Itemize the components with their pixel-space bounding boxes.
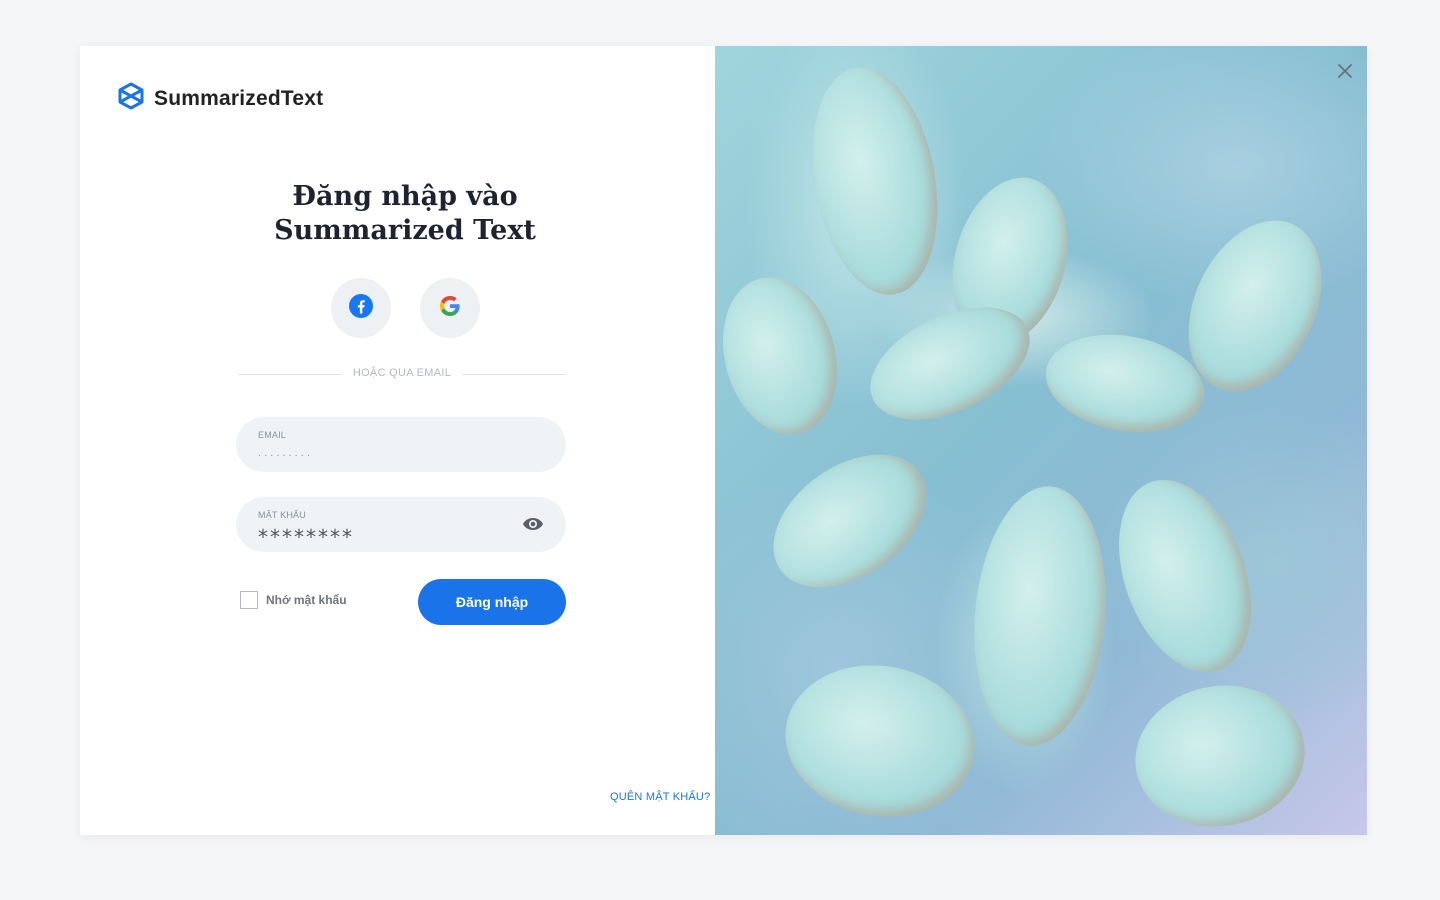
divider-line-right	[462, 374, 566, 375]
succulent-photo	[715, 46, 1367, 835]
eye-icon[interactable]	[522, 515, 544, 533]
or-divider: HOẶC QUA EMAIL	[238, 366, 566, 382]
facebook-login-button[interactable]	[331, 278, 391, 338]
divider-line-left	[238, 374, 342, 375]
photo-leaf	[748, 427, 952, 615]
login-panel: SummarizedText Đăng nhập vào Summarized …	[80, 46, 715, 835]
password-field[interactable]: MẬT KHẨU ********	[236, 497, 566, 552]
photo-leaf	[963, 480, 1117, 752]
photo-leaf	[1124, 672, 1316, 835]
title-line-1: Đăng nhập vào	[292, 181, 518, 212]
photo-leaf	[795, 57, 955, 305]
brand-name: SummarizedText	[154, 86, 324, 110]
password-label: MẬT KHẨU	[258, 510, 306, 520]
google-login-button[interactable]	[420, 278, 480, 338]
brand-logo: SummarizedText	[118, 82, 323, 115]
photo-leaf	[1094, 461, 1276, 691]
google-icon	[438, 294, 462, 323]
email-input[interactable]	[258, 444, 508, 462]
password-input[interactable]: ********	[258, 525, 354, 549]
email-label: EMAIL	[258, 430, 287, 440]
forgot-password-link[interactable]: QUÊN MẬT KHẨU?	[610, 791, 710, 803]
page-title: Đăng nhập vào Summarized Text	[230, 180, 580, 248]
close-icon[interactable]	[1336, 62, 1354, 80]
photo-leaf	[715, 264, 854, 448]
login-button[interactable]: Đăng nhập	[418, 579, 566, 625]
email-field[interactable]: EMAIL	[236, 417, 566, 472]
remember-me[interactable]: Nhớ mật khẩu	[240, 591, 347, 609]
remember-checkbox[interactable]	[240, 591, 258, 609]
remember-label: Nhớ mật khẩu	[266, 593, 347, 607]
login-modal: SummarizedText Đăng nhập vào Summarized …	[80, 46, 1367, 835]
photo-leaf	[1037, 322, 1213, 445]
facebook-icon	[349, 293, 373, 323]
divider-text: HOẶC QUA EMAIL	[352, 367, 452, 379]
photo-leaf	[773, 650, 987, 832]
hexagon-logo-icon	[118, 82, 144, 115]
title-line-2: Summarized Text	[274, 215, 536, 246]
